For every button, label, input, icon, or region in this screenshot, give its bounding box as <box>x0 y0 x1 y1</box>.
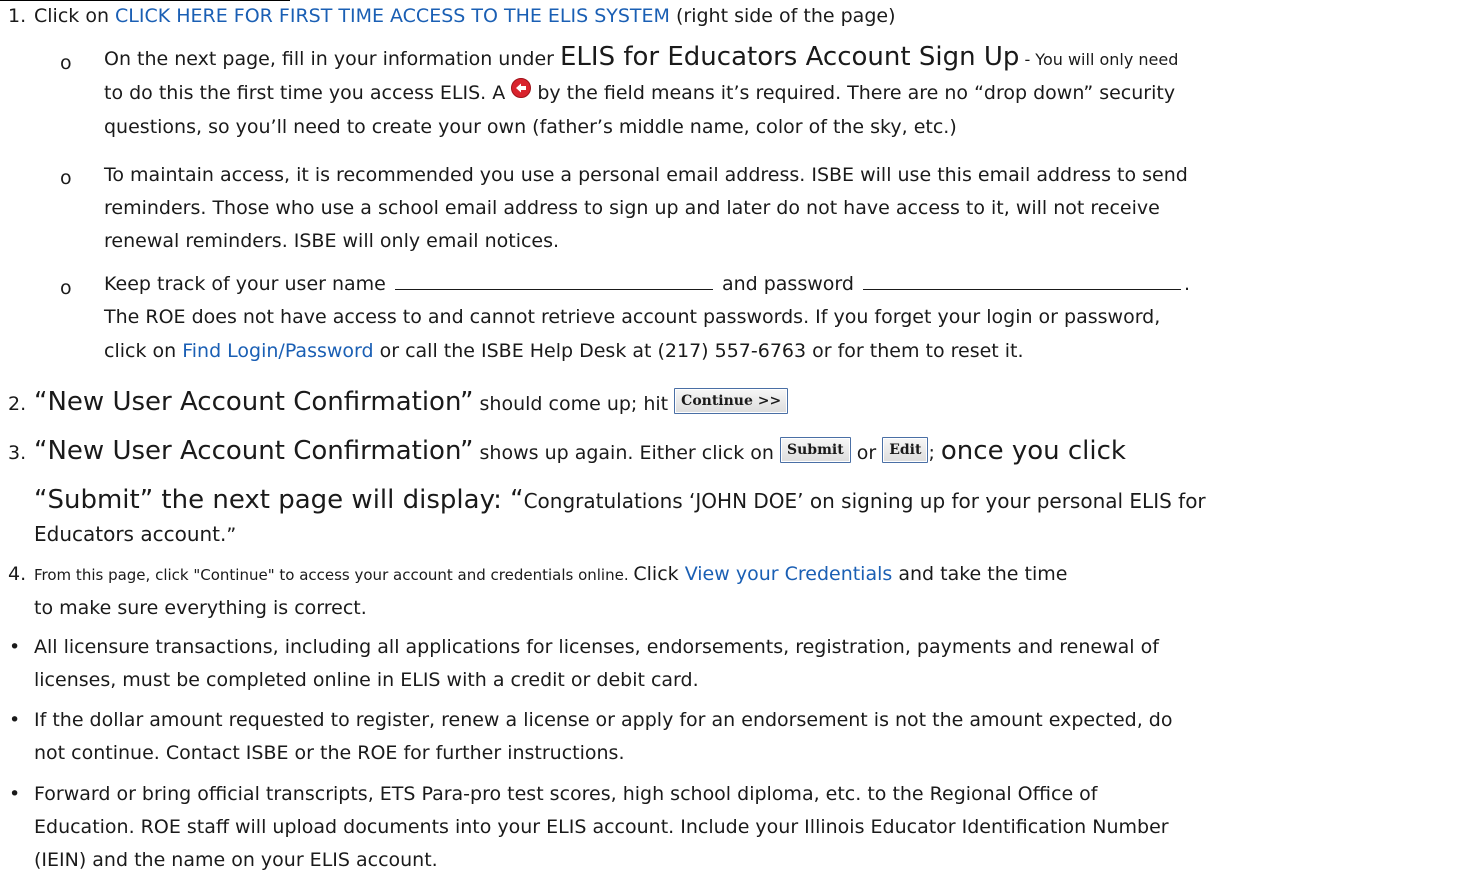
bullet-dollar-line1: If the dollar amount requested to regist… <box>34 709 1173 731</box>
bullet-transcripts-line2: Education. ROE staff will upload documen… <box>34 816 1169 838</box>
sub-item-email-line2: reminders. Those who use a school email … <box>104 197 1160 219</box>
bullet-licensure-line1: All licensure transactions, including al… <box>34 636 1159 658</box>
sub-item-credentials-line3: click on Find Login/Password or call the… <box>104 340 1024 362</box>
sub-item-email-line3: renewal reminders. ISBE will only email … <box>104 230 560 252</box>
continue-button[interactable]: Continue >> <box>674 387 789 414</box>
sub-bullet-marker: o <box>60 52 72 74</box>
bullet-transcripts-line1: Forward or bring official transcripts, E… <box>34 783 1098 805</box>
bullet-dot: • <box>9 636 21 658</box>
bullet-dot: • <box>9 709 21 731</box>
edit-button[interactable]: Edit <box>882 436 929 463</box>
sub-item-credentials-line1: Keep track of your user name and passwor… <box>104 273 1191 295</box>
bullet-dot: • <box>9 783 21 805</box>
first-time-access-link[interactable]: CLICK HERE FOR FIRST TIME ACCESS TO THE … <box>115 5 670 27</box>
bullet-transcripts-line3: (IEIN) and the name on your ELIS account… <box>34 849 438 871</box>
sub-item-signup-line3: questions, so you’ll need to create your… <box>104 116 957 138</box>
password-blank <box>862 288 1181 290</box>
sub-item-signup-line1: On the next page, fill in your informati… <box>104 42 1179 72</box>
signup-heading: ELIS for Educators Account Sign Up <box>560 42 1020 72</box>
step-1: 1. Click on CLICK HERE FOR FIRST TIME ACC… <box>8 5 896 27</box>
view-credentials-link[interactable]: View your Credentials <box>685 563 893 585</box>
sub-bullet-marker: o <box>60 277 72 299</box>
step-4-line2: to make sure everything is correct. <box>34 597 367 619</box>
step-number: 1. <box>8 5 27 27</box>
top-divider <box>0 0 290 1</box>
submit-button[interactable]: Submit <box>779 436 851 463</box>
sub-item-signup-line2: to do this the first time you access ELI… <box>104 78 1175 107</box>
username-blank <box>394 288 713 290</box>
step-3-line1: 3. “New User Account Confirmation” shows … <box>8 436 1126 466</box>
confirmation-heading: “New User Account Confirmation” <box>34 436 474 466</box>
find-login-password-link[interactable]: Find Login/Password <box>182 340 373 362</box>
sub-bullet-marker: o <box>60 167 72 189</box>
bullet-dollar-line2: not continue. Contact ISBE or the ROE fo… <box>34 742 625 764</box>
sub-item-credentials-line2: The ROE does not have access to and cann… <box>104 306 1161 328</box>
step-3-line2: “Submit” the next page will display: “Co… <box>34 485 1206 515</box>
step-3-line3: Educators account.” <box>34 522 237 546</box>
congrats-message: Congratulations ‘JOHN DOE’ on signing up… <box>523 489 1206 513</box>
step-2: 2. “New User Account Confirmation” should… <box>8 384 789 422</box>
instructions-page: 1. Click on CLICK HERE FOR FIRST TIME ACC… <box>0 0 1461 880</box>
step-4-line1: 4. From this page, click "Continue" to ac… <box>8 563 1068 585</box>
bullet-licensure-line2: licenses, must be completed online in EL… <box>34 669 699 691</box>
sub-item-email-line1: To maintain access, it is recommended yo… <box>104 164 1188 186</box>
confirmation-heading: “New User Account Confirmation” <box>34 387 474 417</box>
required-arrow-icon <box>511 78 532 105</box>
